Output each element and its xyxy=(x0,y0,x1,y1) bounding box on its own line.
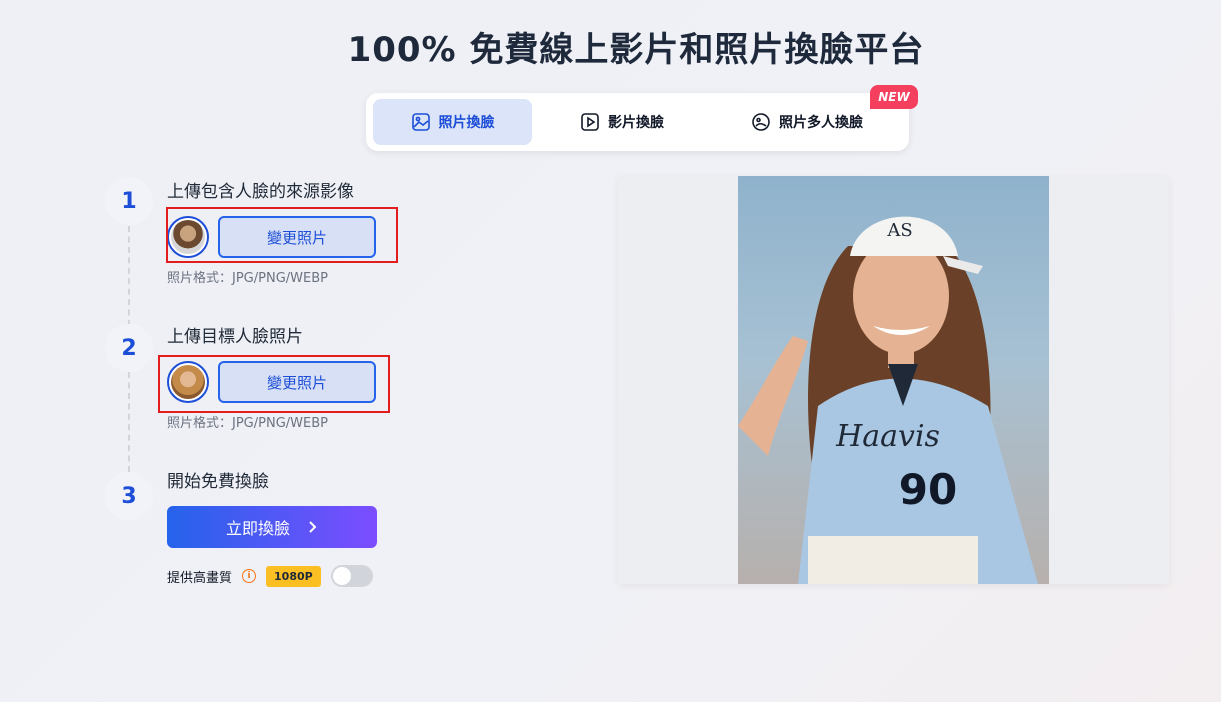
info-icon[interactable]: i xyxy=(242,569,257,583)
video-play-icon xyxy=(581,113,599,131)
chevron-right-icon xyxy=(309,521,317,533)
tab-video-swap[interactable]: 影片換臉 xyxy=(532,99,712,145)
step-title: 上傳目標人臉照片 xyxy=(167,327,303,347)
step-title: 上傳包含人臉的來源影像 xyxy=(167,182,354,202)
result-preview: AS Haavis 90 xyxy=(618,176,1169,584)
format-hint: 照片格式：JPG/PNG/WEBP xyxy=(167,271,328,286)
jersey-number: 90 xyxy=(899,465,957,514)
hq-toggle[interactable] xyxy=(330,565,373,587)
step-connector xyxy=(128,226,130,326)
step-number: 3 xyxy=(105,472,153,520)
tab-label: 照片多人換臉 xyxy=(779,115,863,131)
tab-label: 影片換臉 xyxy=(608,115,664,131)
preview-photo: AS Haavis 90 xyxy=(738,176,1049,584)
page-title: 100% 免費線上影片和照片換臉平台 xyxy=(347,30,925,70)
hq-label: 提供高畫質 xyxy=(167,570,233,586)
start-swap-label: 立即換臉 xyxy=(225,519,290,538)
resolution-badge: 1080P xyxy=(266,565,321,587)
new-badge: NEW xyxy=(870,85,918,109)
step-title: 開始免費換臉 xyxy=(167,472,269,492)
step-number: 1 xyxy=(105,177,153,225)
start-swap-button[interactable]: 立即換臉 xyxy=(167,506,377,548)
hq-row: 提供高畫質 i 1080P xyxy=(167,564,373,588)
tab-label: 照片換臉 xyxy=(438,115,495,131)
image-icon xyxy=(411,113,430,131)
tab-photo-swap[interactable]: 照片換臉 xyxy=(373,99,532,145)
step-connector xyxy=(128,372,130,472)
highlight-box xyxy=(158,355,390,413)
jersey-text: Haavis xyxy=(835,419,940,454)
multi-face-icon xyxy=(752,113,770,131)
cap-logo: AS xyxy=(886,220,912,241)
highlight-box xyxy=(166,207,398,263)
step-number: 2 xyxy=(105,324,153,372)
mode-tabs: 照片換臉 影片換臉 照片多人換臉 xyxy=(366,93,909,151)
format-hint: 照片格式：JPG/PNG/WEBP xyxy=(167,416,328,431)
